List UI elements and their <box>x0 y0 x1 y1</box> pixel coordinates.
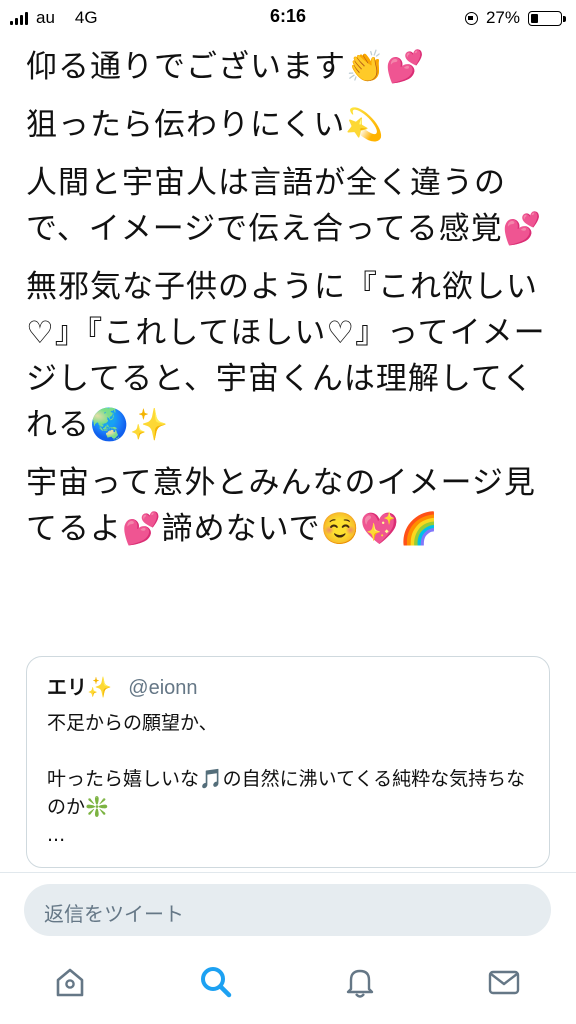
status-right: 27% <box>464 8 566 28</box>
quoted-tweet-header: エリ✨ @eionn <box>47 671 198 700</box>
home-icon-graphic <box>56 968 84 997</box>
envelope-icon-graphic <box>488 970 520 995</box>
search-icon[interactable] <box>196 962 236 1002</box>
reply-input[interactable]: 返信をツイート <box>24 884 551 936</box>
tweet-paragraph: 狙ったら伝わりにくい💫 <box>26 107 385 143</box>
quoted-tweet-text: 不足からの願望か、 叶ったら嬉しいな🎵の自然に沸いてくる純粋な気持ちなのか❇️ … <box>47 712 526 846</box>
quoted-author-name: エリ✨ <box>47 675 112 699</box>
status-bar: au 4G 6:16 27% <box>0 0 576 36</box>
divider <box>0 872 576 873</box>
notifications-icon[interactable] <box>340 962 380 1002</box>
battery-percent: 27% <box>485 8 520 27</box>
tweet-paragraph: 宇宙って意外とみんなのイメージ見てるよ💕諦めないで☺️💖🌈 <box>26 465 536 547</box>
tweet-text: 仰る通りでございます👏💕 狙ったら伝わりにくい💫 人間と宇宙人は言語が全く違うの… <box>26 44 556 564</box>
bell-icon-graphic <box>346 969 374 998</box>
quoted-tweet-card[interactable]: エリ✨ @eionn 不足からの願望か、 叶ったら嬉しいな🎵の自然に沸いてくる純… <box>26 656 550 868</box>
home-icon[interactable] <box>50 962 90 1002</box>
tweet-paragraph: 無邪気な子供のように『これ欲しい♡』『これしてほしい♡』ってイメージしてると、宇… <box>26 269 546 443</box>
messages-icon[interactable] <box>484 962 524 1002</box>
tweet-paragraph: 人間と宇宙人は言語が全く違うので、イメージで伝え合ってる感覚💕 <box>26 165 543 247</box>
quoted-author-handle: @eionn <box>128 677 198 699</box>
search-icon-graphic <box>201 967 232 998</box>
battery-fill <box>531 13 538 23</box>
orientation-lock-icon <box>464 11 478 25</box>
reply-placeholder: 返信をツイート <box>44 902 184 926</box>
battery-icon <box>528 10 566 26</box>
tweet-paragraph: 仰る通りでございます👏💕 <box>26 49 426 85</box>
bottom-tab-bar <box>0 950 576 1024</box>
